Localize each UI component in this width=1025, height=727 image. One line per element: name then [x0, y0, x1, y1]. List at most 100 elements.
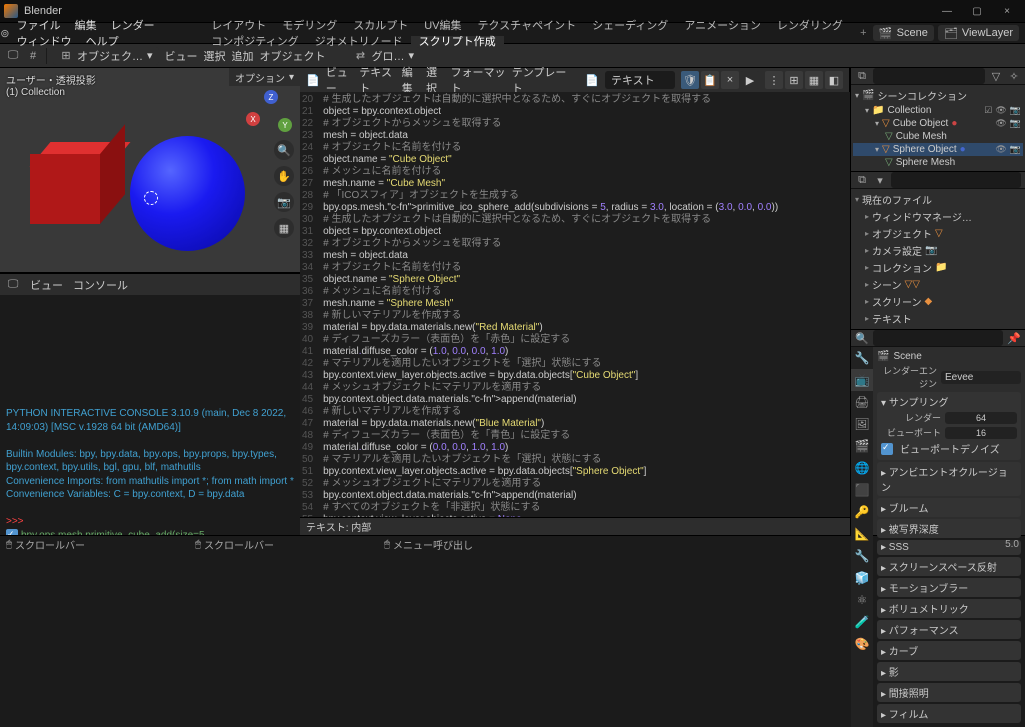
property-tab[interactable]: 🌐	[851, 457, 873, 479]
property-tab[interactable]: 🧪	[851, 611, 873, 633]
property-tab[interactable]: 🖨	[851, 391, 873, 413]
code-line[interactable]: material = bpy.data.materials.new("Blue …	[323, 418, 778, 430]
workspace-tab[interactable]: テクスチャペイント	[470, 20, 585, 32]
interact-mode-icon[interactable]: #	[26, 49, 40, 63]
code-line[interactable]: # 「ICOスフィア」オブジェクトを生成する	[323, 190, 778, 202]
property-tab[interactable]: ⬛	[851, 479, 873, 501]
options-dropdown[interactable]: オプション	[235, 70, 285, 85]
data-tree-item[interactable]: ▸ オブジェクト ▽	[855, 225, 1021, 242]
property-panel[interactable]: ▸ モーションブラー	[877, 578, 1021, 597]
document-icon[interactable]: 📄	[585, 73, 599, 87]
viewport-samples[interactable]: 16	[945, 427, 1017, 439]
code-line[interactable]: object = bpy.context.object	[323, 226, 778, 238]
code-line[interactable]: # メッシュに名前を付ける	[323, 286, 778, 298]
property-tab[interactable]: 📐	[851, 523, 873, 545]
texteditor-option-icon[interactable]: ⊞	[785, 71, 803, 89]
code-line[interactable]: # オブジェクトからメッシュを取得する	[323, 238, 778, 250]
cube-object-item[interactable]: Cube Object	[893, 118, 949, 129]
scene-collection[interactable]: シーンコレクション	[877, 88, 967, 103]
property-tab[interactable]: 📺	[851, 369, 873, 391]
code-line[interactable]: # オブジェクトに名前を付ける	[323, 262, 778, 274]
code-line[interactable]: # メッシュに名前を付ける	[323, 166, 778, 178]
workspace-tab[interactable]: アニメーション	[676, 20, 769, 32]
sphere-object-item[interactable]: Sphere Object	[893, 144, 957, 155]
python-console[interactable]: PYTHON INTERACTIVE CONSOLE 3.10.9 (main,…	[0, 295, 300, 535]
code-line[interactable]: # メッシュオブジェクトにマテリアルを適用する	[323, 478, 778, 490]
workspace-tab[interactable]: モデリング	[274, 20, 345, 32]
property-tab[interactable]: 🔧	[851, 545, 873, 567]
menu-レンダー[interactable]: レンダー	[104, 20, 162, 32]
code-line[interactable]: material.diffuse_color = (0.0, 0.0, 1.0,…	[323, 442, 778, 454]
code-line[interactable]: # ディフューズカラー（表面色）を「青色」に設定する	[323, 430, 778, 442]
property-panel[interactable]: ▸ ブルーム	[877, 498, 1021, 517]
data-outliner[interactable]: ▾現在のファイル ▸ ウィンドウマネージ…▸ オブジェクト ▽▸ カメラ設定 📷…	[851, 189, 1025, 329]
code-line[interactable]: bpy.ops.mesh."c-fn">primitive_ico_sphere…	[323, 202, 778, 214]
editor-type-icon[interactable]: ⧉	[855, 173, 869, 187]
scene-label[interactable]: Scene	[893, 351, 921, 362]
workspace-tab[interactable]: レンダリング	[769, 20, 851, 32]
menu-編集[interactable]: 編集	[68, 20, 104, 32]
workspace-tab[interactable]: スクリプト作成	[411, 36, 504, 48]
workspace-tab[interactable]: スカルプト	[345, 20, 416, 32]
cube-object[interactable]	[30, 142, 120, 232]
orientation-select[interactable]: ⇄ グロ… ▾	[348, 47, 421, 65]
editor-type-icon[interactable]: 🔍	[855, 331, 869, 345]
property-tab[interactable]: 🖼	[851, 413, 873, 435]
x-axis[interactable]: X	[246, 112, 260, 126]
data-tree-item[interactable]: ▸ コレクション 📁	[855, 259, 1021, 276]
code-line[interactable]: # 新しいマテリアルを作成する	[323, 406, 778, 418]
select-menu[interactable]: 選択	[204, 48, 226, 64]
minimize-button[interactable]: —	[933, 2, 961, 20]
code-line[interactable]: bpy.context.view_layer.objects.active = …	[323, 466, 778, 478]
property-panel[interactable]: ▸ カーブ	[877, 641, 1021, 660]
code-line[interactable]: # 生成したオブジェクトは自動的に選択中となるため、すぐにオブジェクトを取得する	[323, 214, 778, 226]
workspace-tab[interactable]: シェーディング	[584, 20, 676, 32]
mode-select[interactable]: ⊞ オブジェク… ▾	[53, 47, 159, 65]
workspace-tab[interactable]: コンポジティング	[203, 36, 306, 48]
code-line[interactable]: bpy.context.object.data.materials."c-fn"…	[323, 490, 778, 502]
object-menu[interactable]: オブジェクト	[260, 48, 326, 64]
code-editor[interactable]: 2021222324252627282930313233343536373839…	[300, 92, 850, 517]
filter-icon[interactable]: ▽	[989, 69, 1003, 83]
z-axis[interactable]: Z	[264, 90, 278, 104]
property-tab[interactable]: 🧊	[851, 567, 873, 589]
property-panel[interactable]: ▸ 影	[877, 662, 1021, 681]
viewport-nav-icon[interactable]: 📷	[274, 192, 294, 212]
property-panel[interactable]: ▸ 被写界深度	[877, 519, 1021, 538]
data-tree-item[interactable]: ▸ テキスト	[855, 310, 1021, 327]
new-text-button[interactable]: 📋	[701, 71, 719, 89]
outliner-search[interactable]	[873, 68, 985, 84]
data-tree-item[interactable]: ▸ ウィンドウマネージ…	[855, 208, 1021, 225]
editor-type-icon[interactable]: 📄	[306, 73, 320, 87]
data-tree-item[interactable]: ▸ カメラ設定 📷	[855, 242, 1021, 259]
close-button[interactable]: ×	[993, 2, 1021, 20]
menu-ファイル[interactable]: ファイル	[10, 20, 68, 32]
property-panel[interactable]: ▸ パフォーマンス	[877, 620, 1021, 639]
view-menu[interactable]: ビュー	[165, 48, 198, 64]
code-line[interactable]: bpy.context.view_layer.objects.active = …	[323, 370, 778, 382]
texteditor-option-icon[interactable]: ▦	[805, 71, 823, 89]
y-axis[interactable]: Y	[278, 118, 292, 132]
maximize-button[interactable]: ▢	[963, 2, 991, 20]
data-search[interactable]	[891, 172, 1021, 188]
viewport-nav-icon[interactable]: ✋	[274, 166, 294, 186]
code-line[interactable]: # マテリアルを適用したいオブジェクトを「選択」状態にする	[323, 454, 778, 466]
render-samples[interactable]: 64	[945, 412, 1017, 424]
outliner[interactable]: ▾🎬シーンコレクション ▾📁Collection☑👁📷 ▾▽Cube Objec…	[851, 85, 1025, 171]
text-name-input[interactable]: テキスト	[605, 71, 675, 89]
code-line[interactable]: # オブジェクトからメッシュを取得する	[323, 118, 778, 130]
property-tab[interactable]: ⚛	[851, 589, 873, 611]
scene-selector[interactable]: 🎬 Scene	[873, 25, 934, 41]
sphere-mesh-item[interactable]: Sphere Mesh	[896, 157, 955, 168]
add-workspace-button[interactable]: +	[854, 27, 872, 39]
register-toggle[interactable]: 🛡	[681, 71, 699, 89]
workspace-tab[interactable]: UV編集	[416, 20, 469, 32]
code-line[interactable]: # オブジェクトに名前を付ける	[323, 142, 778, 154]
code-line[interactable]: # 生成したオブジェクトは自動的に選択中となるため、すぐにオブジェクトを取得する	[323, 94, 778, 106]
code-line[interactable]: object = bpy.context.object	[323, 106, 778, 118]
code-line[interactable]: mesh.name = "Sphere Mesh"	[323, 298, 778, 310]
property-panel[interactable]: ▸ フィルム	[877, 704, 1021, 723]
data-tree-item[interactable]: ▸ スクリーン ◆	[855, 293, 1021, 310]
viewport-nav-icon[interactable]: 🔍	[274, 140, 294, 160]
run-script-button[interactable]: ▶	[741, 71, 759, 89]
